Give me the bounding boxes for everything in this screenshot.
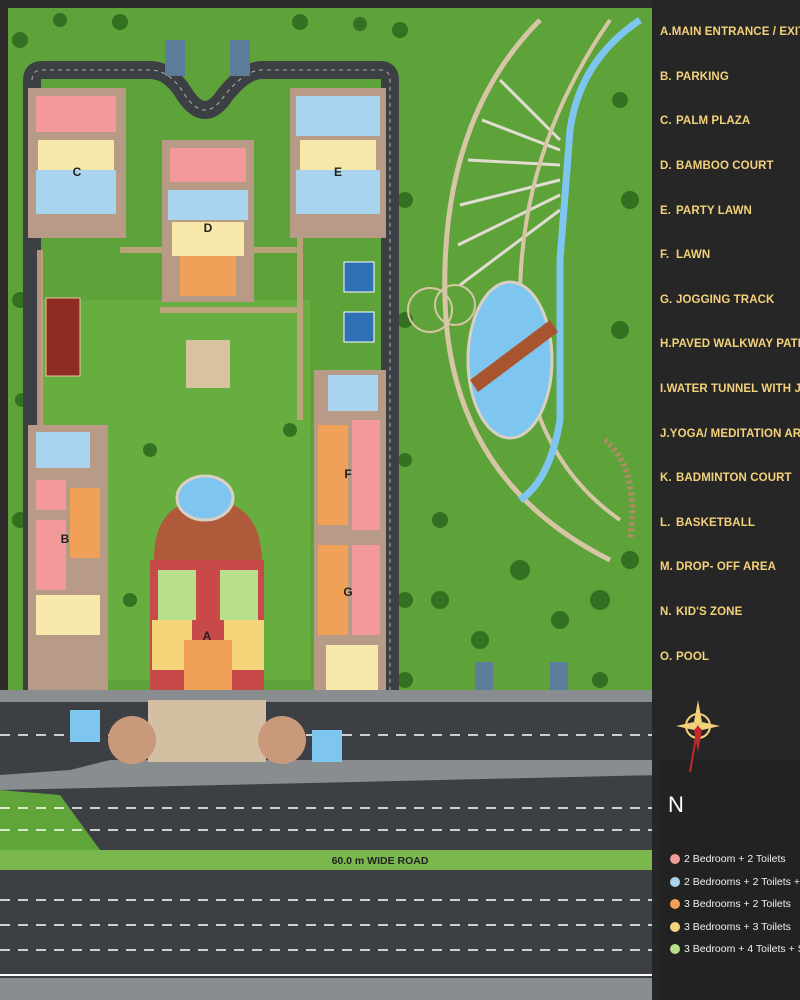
- unit-type-item: 2 Bedroom + 2 Toilets: [670, 848, 800, 871]
- legend-letter: E.: [660, 204, 672, 217]
- kids-zone: [186, 340, 230, 388]
- legend-letter: B.: [660, 70, 672, 83]
- legend-label: BAMBOO COURT: [676, 160, 774, 173]
- legend-item: C. PALM PLAZA: [660, 99, 800, 144]
- legend-letter: G.: [660, 293, 673, 306]
- legend-item: M. DROP- OFF AREA: [660, 545, 800, 590]
- legend-label: JOGGING TRACK: [676, 293, 775, 306]
- unit-type-label: 3 Bedroom + 4 Toilets + Study: [684, 943, 800, 956]
- legend-letter: I.: [660, 383, 667, 396]
- compass-icon: [676, 700, 720, 773]
- legend-item: N. KID'S ZONE: [660, 590, 800, 635]
- legend-label: LAWN: [676, 249, 711, 262]
- tower-g: [314, 540, 386, 700]
- legend-label: PARKING: [676, 70, 729, 83]
- legend-item: G. JOGGING TRACK: [660, 278, 800, 323]
- legend-label: POOL: [676, 650, 709, 663]
- legend-item: L. BASKETBALL: [660, 501, 800, 546]
- legend-letter: O.: [660, 650, 673, 663]
- legend-label: YOGA/ MEDITATION AREA: [669, 427, 800, 440]
- unit-type-label: 3 Bedrooms + 2 Toilets: [684, 898, 791, 911]
- legend-label: PARTY LAWN: [676, 204, 752, 217]
- legend-item: A. MAIN ENTRANCE / EXIT: [660, 10, 800, 55]
- basketball-court: [45, 297, 81, 377]
- legend-label: MAIN ENTRANCE / EXIT: [671, 26, 800, 39]
- legend-letter: A.: [660, 26, 672, 39]
- legend-label: KID'S ZONE: [676, 606, 743, 619]
- entrance-plaza: [148, 700, 266, 762]
- unit-type-label: 2 Bedrooms + 2 Toilets + Study: [684, 875, 800, 888]
- tower-e-label: E: [334, 165, 342, 179]
- badminton-court: [343, 261, 375, 293]
- legend-letter: F.: [660, 249, 670, 262]
- legend-item: F. LAWN: [660, 233, 800, 278]
- legend-label: BADMINTON COURT: [676, 472, 792, 485]
- unit-type-item: 3 Bedrooms + 2 Toilets: [670, 893, 800, 916]
- legend-label: PAVED WALKWAY PATH: [671, 338, 800, 351]
- amenities-legend: A. MAIN ENTRANCE / EXIT B. PARKING C. PALM PL…: [660, 10, 800, 679]
- legend-letter: M.: [660, 561, 673, 574]
- legend-item: H. PAVED WALKWAY PATH: [660, 322, 800, 367]
- unit-type-label: 2 Bedroom + 2 Toilets: [684, 853, 786, 866]
- tower-e: [290, 88, 386, 238]
- legend-letter: L.: [660, 516, 671, 529]
- unit-color-swatch: [670, 944, 680, 955]
- tower-c: [28, 88, 126, 238]
- pool: [175, 474, 235, 522]
- tower-f: [314, 370, 386, 540]
- legend-item: I.WATER TUNNEL WITH JETS: [660, 367, 800, 412]
- legend-letter: N.: [660, 606, 672, 619]
- north-label: N: [668, 792, 684, 817]
- legend-label: DROP- OFF AREA: [676, 561, 776, 574]
- legend-item: J.YOGA/ MEDITATION AREA: [660, 411, 800, 456]
- unit-color-swatch: [670, 876, 680, 887]
- tower-a-label: A: [203, 629, 212, 643]
- tower-d-label: D: [204, 221, 213, 235]
- legend-item: O. POOL: [660, 634, 800, 679]
- legend-letter: J.: [660, 427, 670, 440]
- unit-type-item: 3 Bedroom + 4 Toilets + Study: [670, 938, 800, 961]
- legend-item: D. BAMBOO COURT: [660, 144, 800, 189]
- unit-color-swatch: [670, 899, 680, 910]
- legend-item: K. BADMINTON COURT: [660, 456, 800, 501]
- tower-g-label: G: [343, 585, 352, 599]
- legend-label: PALM PLAZA: [676, 115, 751, 128]
- unit-color-swatch: [670, 854, 680, 865]
- tower-c-label: C: [73, 165, 82, 179]
- tower-b: [28, 425, 108, 695]
- legend-letter: C.: [660, 115, 672, 128]
- legend-label: BASKETBALL: [676, 516, 755, 529]
- road-label: 60.0 m WIDE ROAD: [331, 855, 429, 867]
- legend-letter: K.: [660, 472, 672, 485]
- unit-type-label: 3 Bedrooms + 3 Toilets: [684, 920, 791, 933]
- unit-type-item: 3 Bedrooms + 3 Toilets: [670, 916, 800, 939]
- legend-label: WATER TUNNEL WITH JETS: [666, 383, 800, 396]
- legend-item: E. PARTY LAWN: [660, 188, 800, 233]
- unit-type-item: 2 Bedrooms + 2 Toilets + Study: [670, 871, 800, 894]
- unit-type-legend: 2 Bedroom + 2 Toilets 2 Bedrooms + 2 Toil…: [670, 848, 800, 961]
- legend-letter: H.: [660, 338, 672, 351]
- tower-f-label: F: [344, 467, 351, 481]
- legend-letter: D.: [660, 160, 672, 173]
- unit-color-swatch: [670, 921, 680, 932]
- legend-item: B. PARKING: [660, 55, 800, 100]
- tower-b-label: B: [61, 532, 70, 546]
